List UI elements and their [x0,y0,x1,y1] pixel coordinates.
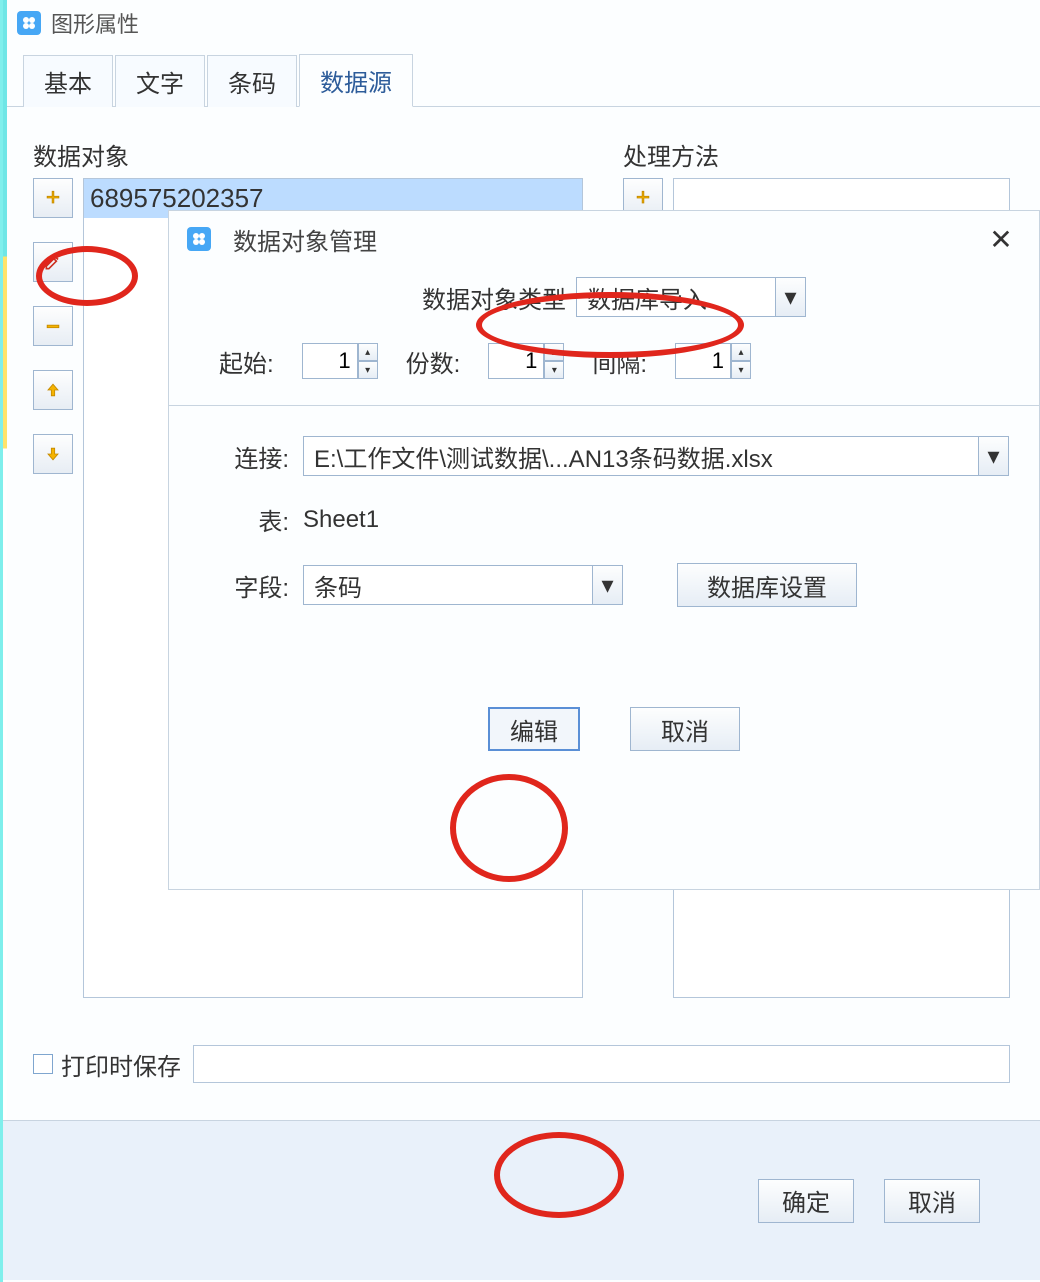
dialog-title: 数据对象管理 [233,222,377,257]
move-down-button[interactable] [33,434,73,474]
data-object-manage-dialog: 数据对象管理 ✕ 数据对象类型 数据库导入 ▾ 起始: ▴▾ 份数: ▴▾ [168,210,1040,890]
table-value: Sheet1 [303,506,379,534]
plus-icon [43,188,63,208]
connection-value: E:\工作文件\测试数据\...AN13条码数据.xlsx [304,439,978,474]
connection-combobox[interactable]: E:\工作文件\测试数据\...AN13条码数据.xlsx ▾ [303,436,1009,476]
type-combobox[interactable]: 数据库导入 ▾ [576,277,806,317]
table-label: 表: [219,502,289,537]
window-titlebar: 图形属性 [3,0,1040,45]
tab-barcode[interactable]: 条码 [207,55,297,107]
window-title: 图形属性 [51,7,139,39]
spin-up-icon[interactable]: ▴ [731,343,751,361]
connection-label: 连接: [219,439,289,474]
interval-spinner[interactable]: ▴▾ [675,343,751,379]
start-label: 起始: [219,344,274,379]
spin-down-icon[interactable]: ▾ [544,361,564,379]
tab-text[interactable]: 文字 [115,55,205,107]
plus-icon [633,188,653,208]
spin-down-icon[interactable]: ▾ [358,361,378,379]
field-label: 字段: [219,568,289,603]
add-button[interactable] [33,178,73,218]
print-save-label: 打印时保存 [61,1047,181,1082]
type-label: 数据对象类型 [422,280,566,315]
data-object-label: 数据对象 [33,137,583,172]
edit-button[interactable] [33,242,73,282]
spin-up-icon[interactable]: ▴ [544,343,564,361]
start-input[interactable] [302,343,358,379]
copies-label: 份数: [406,344,461,379]
close-button[interactable]: ✕ [981,223,1021,256]
spin-down-icon[interactable]: ▾ [731,361,751,379]
minus-icon [43,316,63,336]
copies-input[interactable] [488,343,544,379]
arrow-down-icon [43,444,63,464]
print-save-field[interactable] [193,1045,1010,1083]
dialog-footer: 确定 取消 [3,1120,1040,1280]
field-value: 条码 [304,568,592,603]
field-combobox[interactable]: 条码 ▾ [303,565,623,605]
dialog-app-icon [187,227,211,251]
pencil-icon [43,252,63,272]
db-settings-button[interactable]: 数据库设置 [677,563,857,607]
chevron-down-icon: ▾ [978,437,1008,475]
ok-button[interactable]: 确定 [758,1179,854,1223]
interval-label: 间隔: [592,344,647,379]
cancel-button-dialog[interactable]: 取消 [630,707,740,751]
spin-up-icon[interactable]: ▴ [358,343,378,361]
tab-basic[interactable]: 基本 [23,55,113,107]
start-spinner[interactable]: ▴▾ [302,343,378,379]
decorative-edge [3,0,7,1282]
cancel-button[interactable]: 取消 [884,1179,980,1223]
close-icon: ✕ [989,224,1012,255]
processing-label: 处理方法 [623,137,1010,172]
app-icon [17,11,41,35]
edit-button-dialog[interactable]: 编辑 [488,707,580,751]
remove-button[interactable] [33,306,73,346]
type-value: 数据库导入 [577,280,775,315]
copies-spinner[interactable]: ▴▾ [488,343,564,379]
chevron-down-icon: ▾ [775,278,805,316]
checkbox-icon [33,1054,53,1074]
tab-datasource[interactable]: 数据源 [299,54,413,107]
print-save-checkbox[interactable]: 打印时保存 [33,1047,181,1082]
move-up-button[interactable] [33,370,73,410]
arrow-up-icon [43,380,63,400]
tabstrip: 基本 文字 条码 数据源 [3,53,1040,106]
chevron-down-icon: ▾ [592,566,622,604]
interval-input[interactable] [675,343,731,379]
